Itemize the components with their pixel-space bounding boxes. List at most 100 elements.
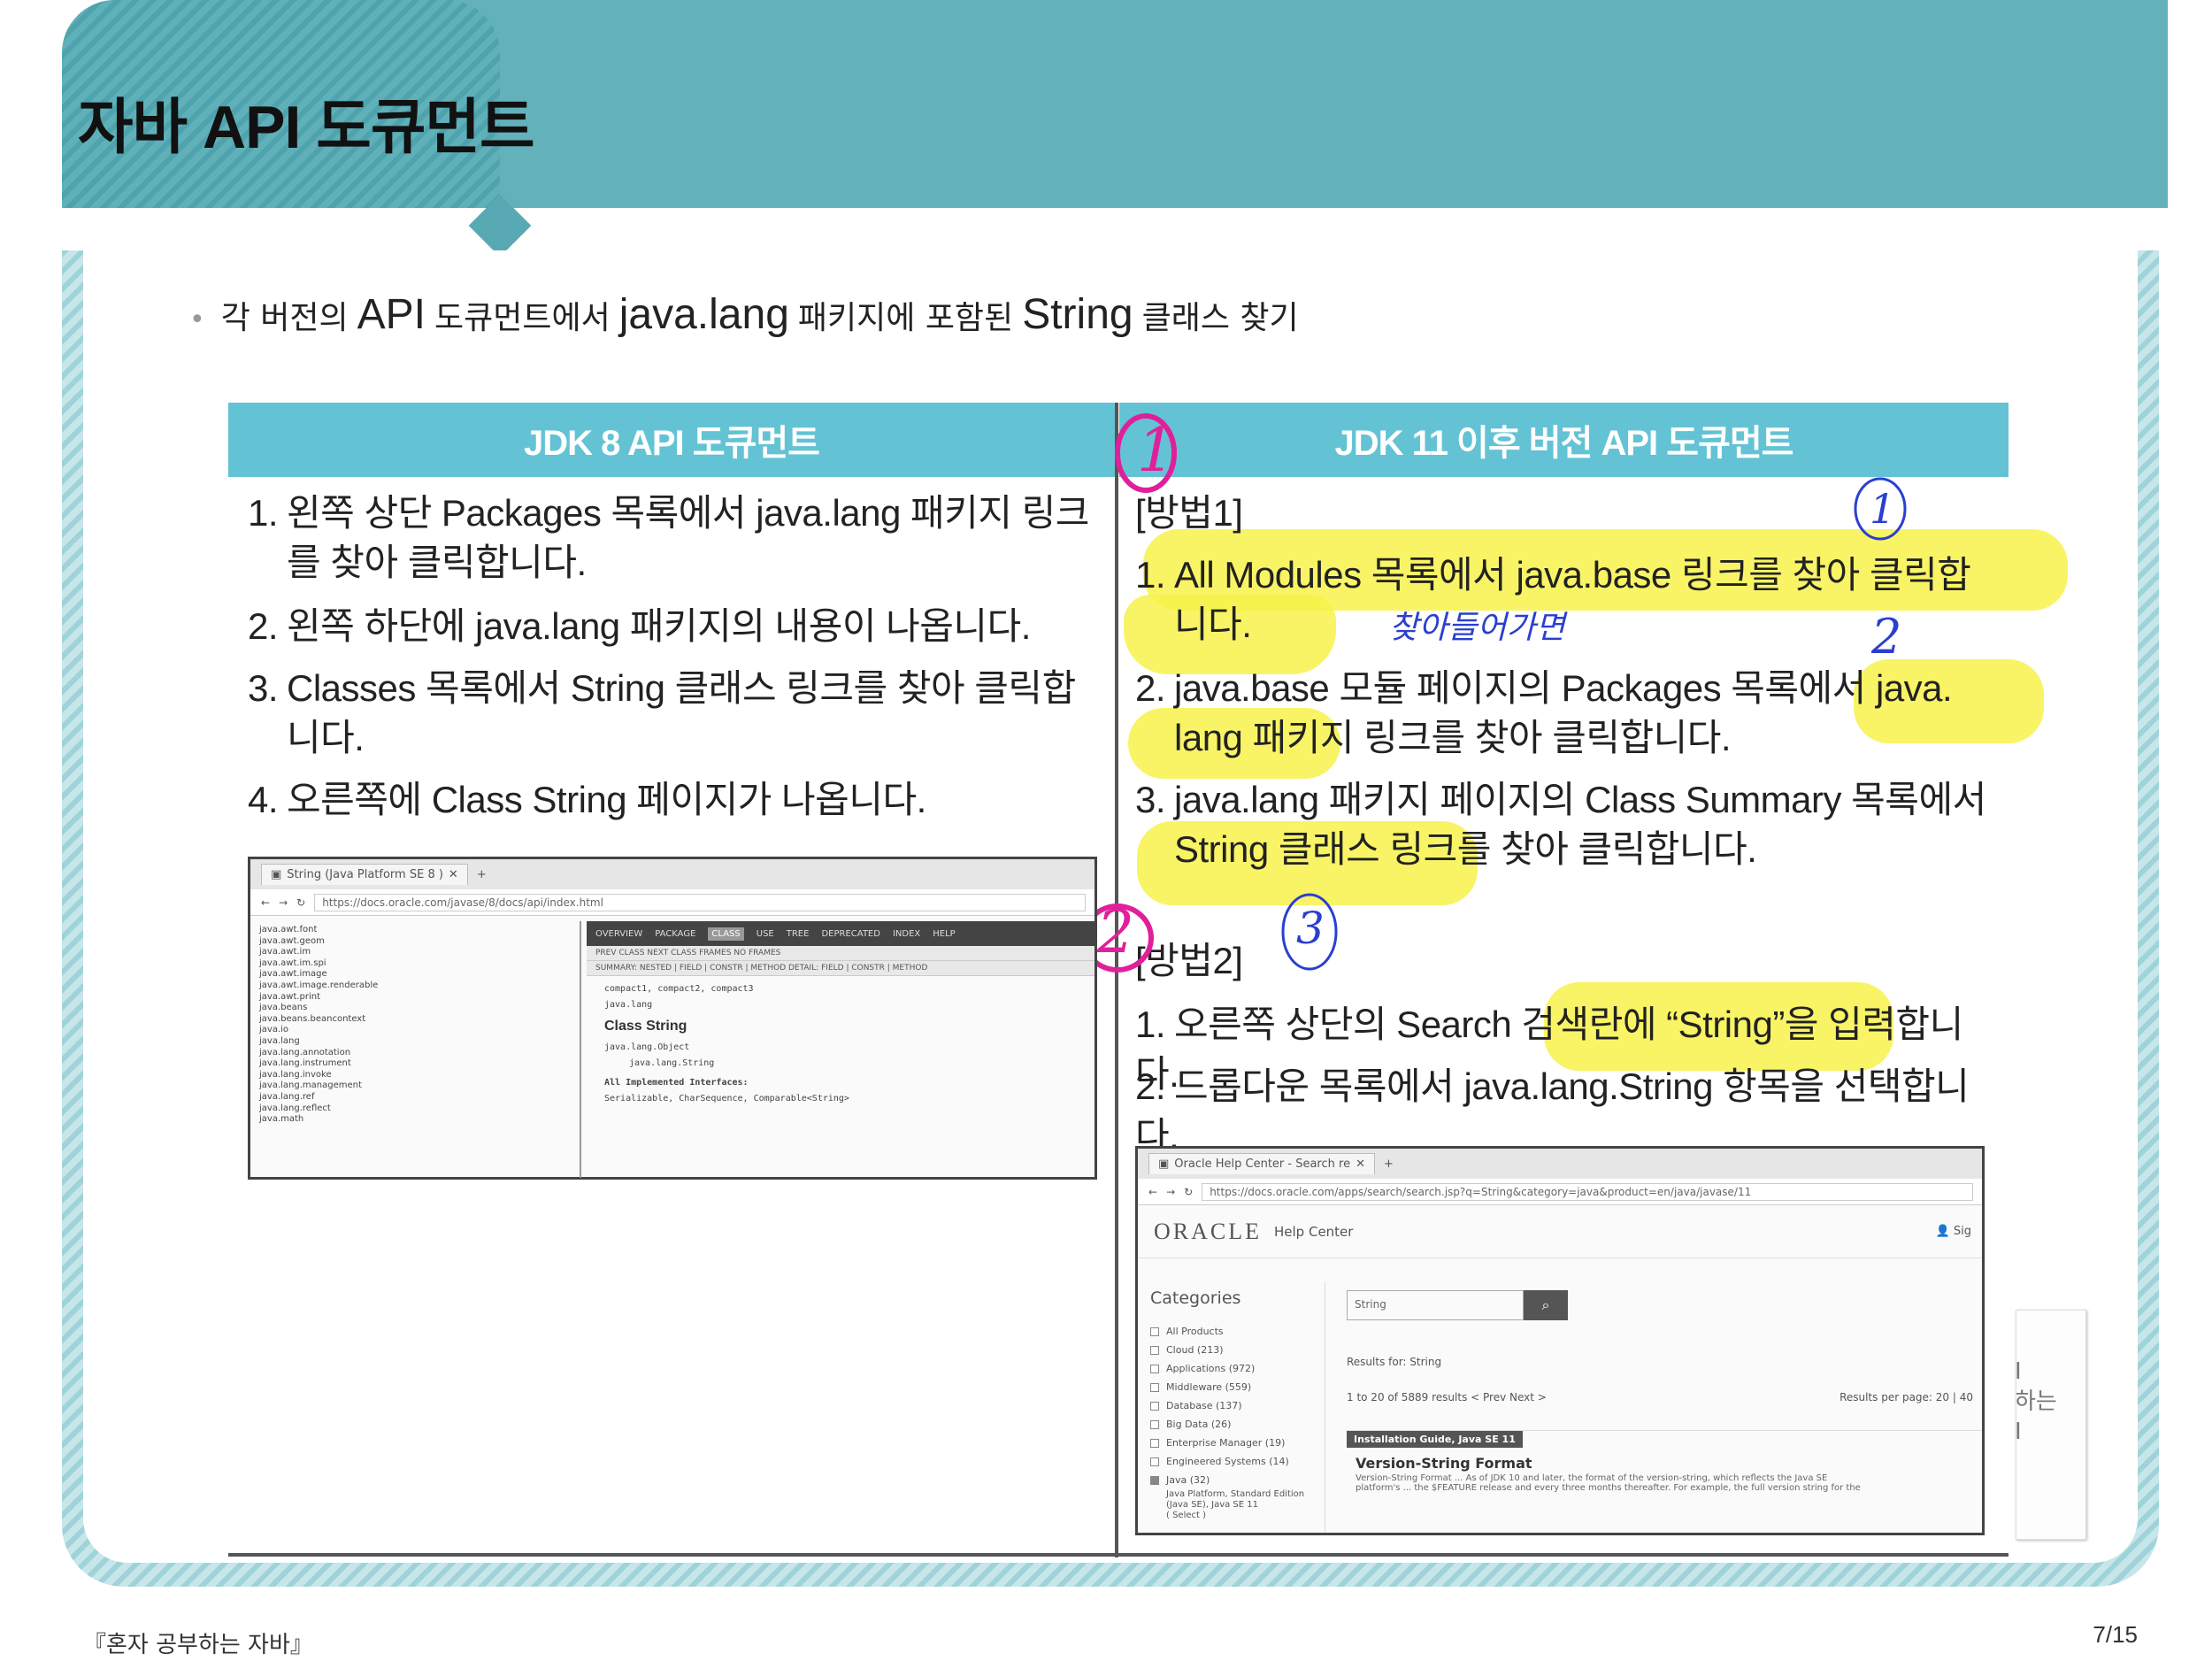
hierarchy-parent[interactable]: java.lang.Object: [604, 1040, 1077, 1056]
package-link[interactable]: java.awt.image: [259, 969, 574, 980]
category-checkbox[interactable]: [1150, 1419, 1159, 1429]
hierarchy-child: java.lang.String: [629, 1058, 715, 1068]
browser-tab[interactable]: ▣ String (Java Platform SE 8 ) ✕: [261, 864, 468, 885]
package-link[interactable]: java.beans: [259, 1003, 574, 1014]
book-text-top: I: [2016, 1357, 2057, 1387]
close-icon[interactable]: ✕: [1356, 1157, 1365, 1171]
package-link[interactable]: java.lang.reflect: [259, 1103, 574, 1115]
nav-class[interactable]: CLASS: [708, 927, 744, 941]
search-button[interactable]: ⌕: [1524, 1290, 1568, 1320]
category-row[interactable]: Cloud (213): [1150, 1341, 1317, 1359]
page-icon: ▣: [1158, 1157, 1170, 1171]
url-field[interactable]: https://docs.oracle.com/javase/8/docs/ap…: [314, 893, 1086, 911]
item-number: 2.: [1135, 667, 1166, 709]
sign-in-link[interactable]: 👤 Sig: [1936, 1225, 1971, 1238]
category-row[interactable]: Engineered Systems (14): [1150, 1452, 1317, 1471]
back-icon[interactable]: ←: [1148, 1186, 1157, 1198]
result-snippet-2: platform's ... the $FEATURE release and …: [1356, 1483, 1861, 1493]
item-text: 오른쪽에 Class String 페이지가 나옵니다.: [287, 779, 926, 820]
result-card: Installation Guide, Java SE 11 Version-S…: [1347, 1430, 1982, 1493]
new-tab-icon[interactable]: +: [1384, 1157, 1394, 1171]
package-link[interactable]: java.awt.im: [259, 947, 574, 958]
nav-help[interactable]: HELP: [933, 929, 955, 939]
categories-list: All Products Cloud (213) Applications (972…: [1150, 1322, 1317, 1489]
package-link[interactable]: java.lang: [259, 1036, 574, 1048]
category-checkbox[interactable]: [1150, 1345, 1159, 1355]
results-for: Results for: String: [1347, 1356, 1442, 1368]
category-checkbox[interactable]: [1150, 1326, 1159, 1336]
pink-mark-1: 1: [1137, 416, 1176, 486]
browser-tab-bar: ▣ Oracle Help Center - Search re ✕ +: [1138, 1149, 1982, 1179]
nav-overview[interactable]: OVERVIEW: [595, 929, 642, 939]
tab-title: Oracle Help Center - Search re: [1174, 1157, 1351, 1171]
item-number: 2.: [248, 605, 279, 647]
category-checkbox[interactable]: [1150, 1401, 1159, 1411]
table-bottom-rule: [228, 1553, 2008, 1557]
category-label: Database (137): [1166, 1400, 1242, 1411]
select-option[interactable]: ( Select ): [1150, 1511, 1317, 1520]
package-link[interactable]: java.lang.ref: [259, 1092, 574, 1103]
back-icon[interactable]: ←: [261, 896, 270, 909]
item-number: 1.: [1135, 554, 1166, 596]
package-list: java.awt.font java.awt.geom java.awt.im jav…: [254, 921, 581, 1178]
oracle-logo[interactable]: ORACLE: [1154, 1219, 1262, 1245]
category-row[interactable]: Database (137): [1150, 1396, 1317, 1415]
package-link[interactable]: java.lang.management: [259, 1080, 574, 1092]
item-number: 3.: [248, 667, 279, 709]
search-bar: String ⌕: [1347, 1290, 1982, 1320]
item-number: 4.: [248, 779, 279, 820]
category-row[interactable]: Enterprise Manager (19): [1150, 1434, 1317, 1452]
url-field[interactable]: https://docs.oracle.com/apps/search/sear…: [1202, 1182, 1973, 1201]
package-link[interactable]: java.awt.image.renderable: [259, 980, 574, 992]
close-icon[interactable]: ✕: [449, 868, 458, 881]
category-checkbox[interactable]: [1150, 1457, 1159, 1466]
item-text-cont: String 클래스 링크를 찾아 클릭합니다.: [1174, 828, 1757, 870]
category-row[interactable]: All Products: [1150, 1322, 1317, 1341]
left-item-3: 3. Classes 목록에서 String 클래스 링크를 찾아 클릭합 니다.: [248, 664, 1115, 763]
forward-icon[interactable]: →: [1166, 1186, 1175, 1198]
package-link[interactable]: java.lang.instrument: [259, 1058, 574, 1070]
package-link[interactable]: java.lang.annotation: [259, 1048, 574, 1059]
results-per-page[interactable]: Results per page: 20 | 40: [1839, 1391, 1973, 1403]
bullet-dot: •: [189, 304, 205, 335]
book-cover-image: I 하는 I: [2016, 1310, 2086, 1540]
category-label: Cloud (213): [1166, 1344, 1224, 1356]
new-tab-icon[interactable]: +: [477, 868, 487, 881]
search-input[interactable]: String: [1347, 1290, 1524, 1320]
reload-icon[interactable]: ↻: [296, 896, 305, 909]
category-row[interactable]: Applications (972): [1150, 1359, 1317, 1378]
package-link[interactable]: java.io: [259, 1025, 574, 1036]
result-tag: Installation Guide, Java SE 11: [1347, 1431, 1523, 1448]
nav-use[interactable]: USE: [757, 929, 774, 939]
nav-index[interactable]: INDEX: [893, 929, 920, 939]
impl-list[interactable]: Serializable, CharSequence, Comparable<S…: [604, 1091, 1077, 1107]
category-checkbox[interactable]: [1150, 1475, 1159, 1485]
result-title[interactable]: Version-String Format: [1356, 1455, 1973, 1472]
package-link[interactable]: java.awt.geom: [259, 936, 574, 948]
category-checkbox[interactable]: [1150, 1382, 1159, 1392]
intro-text-4: 클래스 찾기: [1141, 300, 1299, 336]
nav-deprecated[interactable]: DEPRECATED: [821, 929, 880, 939]
item-number: 1.: [248, 492, 279, 534]
results-range[interactable]: 1 to 20 of 5889 results < Prev Next >: [1347, 1391, 1547, 1403]
category-checkbox[interactable]: [1150, 1438, 1159, 1448]
book-text-bottom: I: [2016, 1417, 2057, 1447]
java-subcategory[interactable]: Java Platform, Standard Edition (Java SE…: [1150, 1489, 1317, 1511]
category-row[interactable]: Middleware (559): [1150, 1378, 1317, 1396]
nav-package[interactable]: PACKAGE: [655, 929, 695, 939]
browser-tab[interactable]: ▣ Oracle Help Center - Search re ✕: [1148, 1153, 1375, 1174]
category-checkbox[interactable]: [1150, 1364, 1159, 1373]
package-link[interactable]: java.beans.beancontext: [259, 1014, 574, 1026]
package-link[interactable]: java.math: [259, 1114, 574, 1126]
intro-class: String: [1022, 291, 1133, 338]
category-row[interactable]: Java (32): [1150, 1471, 1317, 1489]
package-link[interactable]: java.awt.font: [259, 925, 574, 936]
reload-icon[interactable]: ↻: [1184, 1186, 1193, 1198]
nav-tree[interactable]: TREE: [787, 929, 810, 939]
package-name: java.lang: [604, 1000, 653, 1010]
category-row[interactable]: Big Data (26): [1150, 1415, 1317, 1434]
package-link[interactable]: java.lang.invoke: [259, 1070, 574, 1081]
forward-icon[interactable]: →: [279, 896, 288, 909]
package-link[interactable]: java.awt.im.spi: [259, 958, 574, 970]
package-link[interactable]: java.awt.print: [259, 992, 574, 1004]
